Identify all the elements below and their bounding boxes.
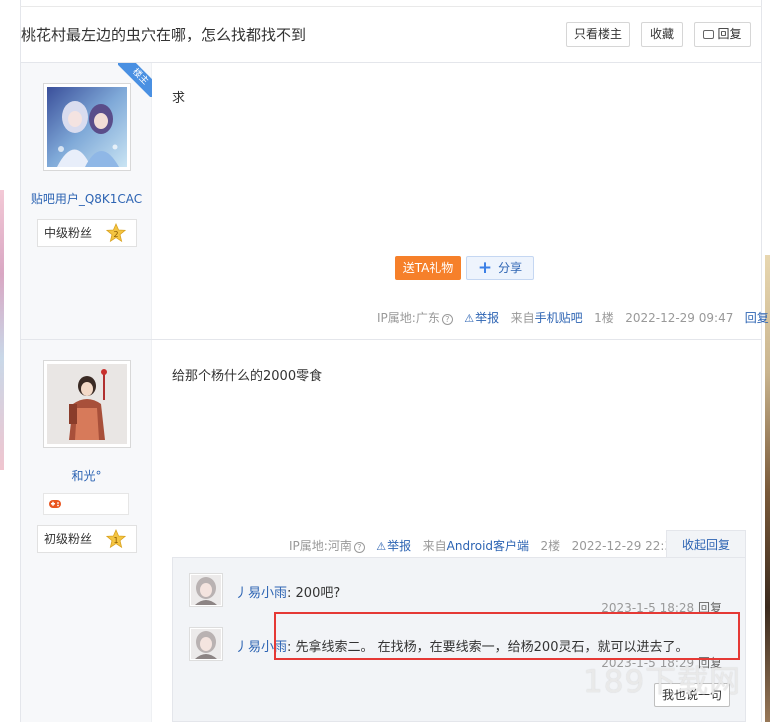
post2-avatar[interactable] [43,360,131,448]
post2-level-label: 初级粉丝 [44,532,93,546]
post2-author-panel: 和光° 初级粉丝 1 [21,340,152,722]
level-star-icon: 1 [105,528,127,549]
reply-button[interactable]: 回复 [694,22,751,47]
thread-title: 桃花村最左边的虫穴在哪，怎么找都找不到 [21,26,307,44]
post2-avatar-image [47,364,127,444]
post1-source-client[interactable]: 手机贴吧 [535,311,583,325]
post1-meta: IP属地:广东? ⚠举报 来自手机贴吧 1楼 2022-12-29 09:47 … [377,309,769,326]
post2-meta: IP属地:河南? ⚠举报 来自Android客户端 2楼 2022-12-29 … [289,537,680,554]
sub-reply-text: 丿易小雨: 200吧? [235,586,341,601]
svg-text:1: 1 [113,536,118,545]
reply-icon [703,30,715,39]
reply-button-label: 回复 [717,27,742,41]
post2-medal-strip [43,493,129,515]
gamepad-icon[interactable] [48,497,62,511]
post2-source-prefix: 来自 [422,539,447,553]
post1-reply-link[interactable]: 回复 [745,311,769,325]
highlight-annotation-box [274,612,740,660]
post1-ip: IP属地:广东 [377,311,440,325]
post1-content: 求 [172,91,186,106]
report-warning-icon: ⚠ [464,312,475,325]
post1-level-label: 中级粉丝 [44,226,93,240]
post2-ip: IP属地:河南 [289,539,352,553]
post2-time: 2022-12-29 22:39 [571,539,680,553]
post2-username[interactable]: 和光° [21,467,152,484]
site-watermark: 189下载网 [583,664,742,700]
share-button[interactable]: + 分享 [466,256,534,280]
send-gift-button[interactable]: 送TA礼物 [395,256,461,280]
share-label: 分享 [498,261,523,275]
post1-floor: 1楼 [594,311,614,325]
post1-username[interactable]: 贴吧用户_Q8K1CAC [21,190,152,207]
report-warning-icon: ⚠ [376,540,387,553]
help-icon[interactable]: ? [353,542,365,553]
background-left-decoration [0,190,4,470]
post1-source-prefix: 来自 [510,311,535,325]
post2-source-client[interactable]: Android客户端 [447,539,529,553]
post1-report-link[interactable]: 举报 [475,311,499,325]
post1-time: 2022-12-29 09:47 [625,311,734,325]
help-icon[interactable]: ? [441,314,453,325]
post1-avatar-image [47,87,127,167]
level-star-icon: 2 [105,222,127,243]
sub-reply-username[interactable]: 丿易小雨 [235,586,287,601]
thread-title-bar: 桃花村最左边的虫穴在哪，怎么找都找不到 只看楼主 收藏 回复 [21,14,761,58]
post2-report-link[interactable]: 举报 [387,539,411,553]
post1-author-panel: 贴吧用户_Q8K1CAC 中级粉丝 2 [21,63,152,339]
post2-level-badge[interactable]: 初级粉丝 1 [37,525,137,553]
sub-reply-avatar[interactable] [189,627,223,661]
collapse-replies-tab[interactable]: 收起回复 [666,530,746,558]
sub-reply-body: 200吧? [295,586,341,601]
only-op-button[interactable]: 只看楼主 [566,22,630,47]
op-corner-badge: 楼主 [118,63,152,97]
svg-text:2: 2 [113,230,118,239]
favorite-button[interactable]: 收藏 [641,22,683,47]
op-badge-label: 楼主 [118,63,152,97]
share-plus-icon: + [477,258,493,278]
post2-content: 给那个杨什么的2000零食 [172,369,323,384]
sub-reply-avatar[interactable] [189,573,223,607]
top-divider [20,6,762,7]
post2-floor: 2楼 [540,539,561,553]
post1-level-badge[interactable]: 中级粉丝 2 [37,219,137,247]
